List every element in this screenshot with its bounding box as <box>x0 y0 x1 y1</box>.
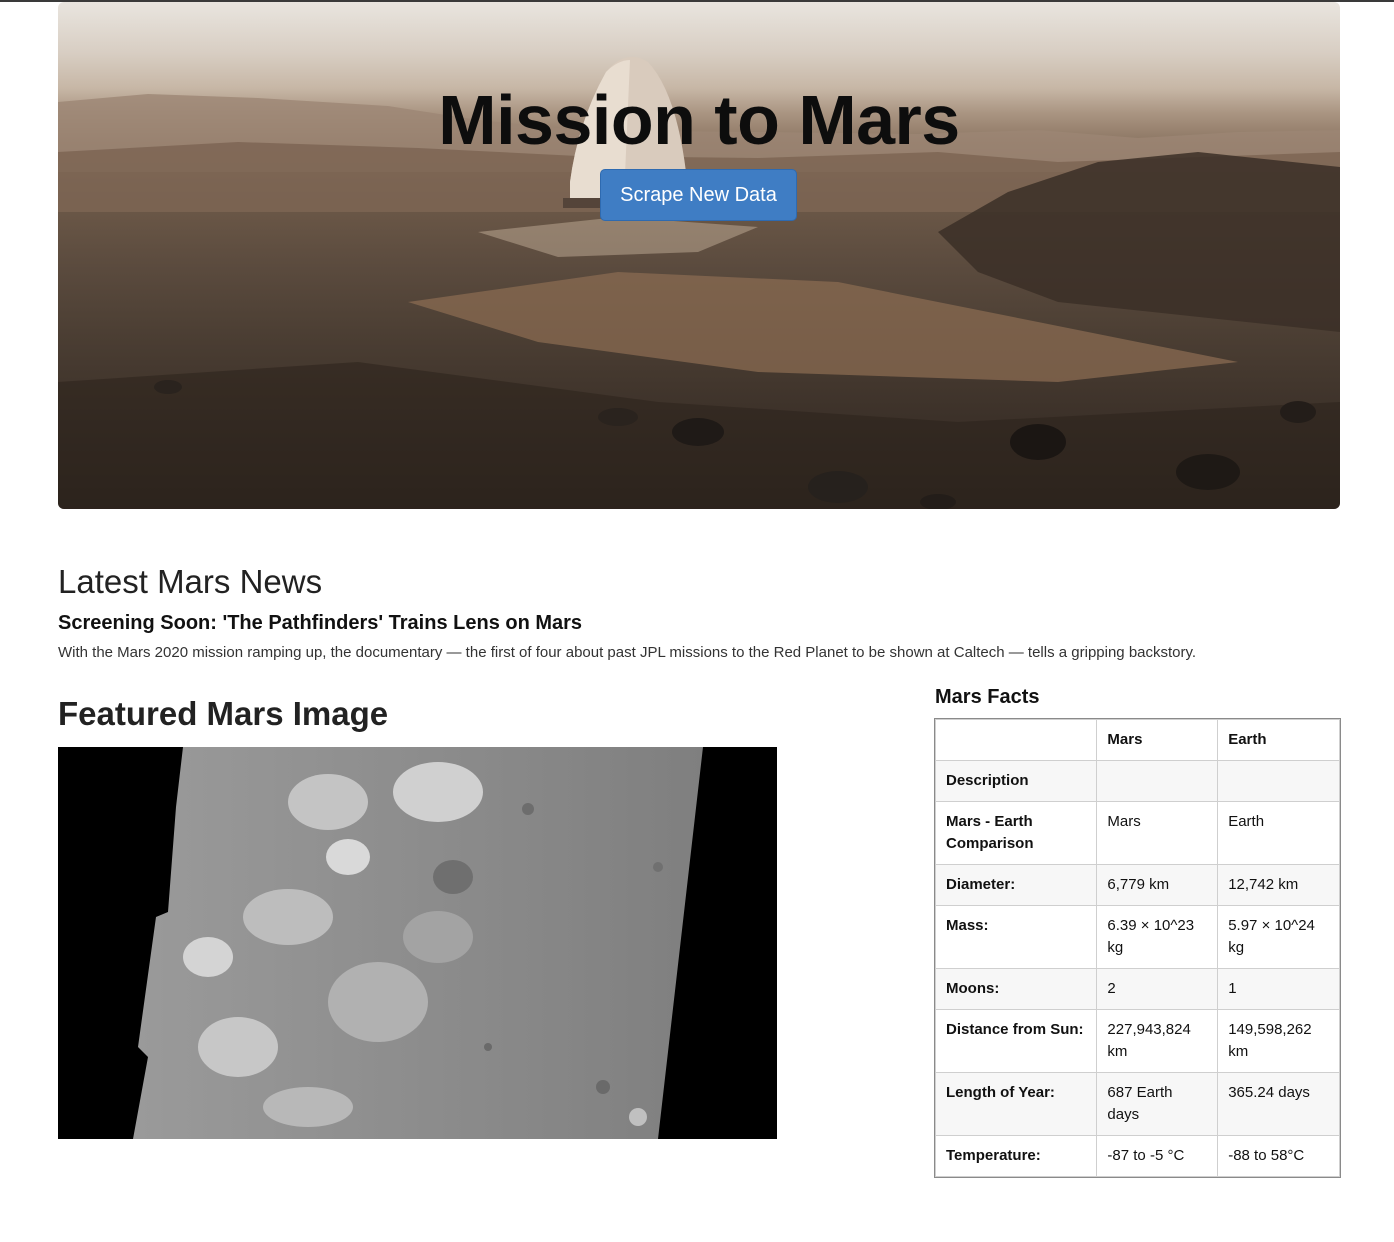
table-row-label: Temperature: <box>934 1135 1098 1177</box>
table-cell-mars: 6.39 × 10^23 kg <box>1096 905 1219 969</box>
table-cell-earth: 12,742 km <box>1217 864 1340 906</box>
table-cell-earth: Earth <box>1217 801 1340 865</box>
table-row-label: Diameter: <box>934 864 1098 906</box>
news-paragraph: With the Mars 2020 mission ramping up, t… <box>58 644 1197 661</box>
table-row: Moons: 2 1 <box>934 968 1340 1010</box>
table-cell-mars: 2 <box>1096 968 1219 1010</box>
hero-banner: Mission to Mars Scrape New Data <box>58 2 1340 509</box>
table-cell-earth: 365.24 days <box>1217 1072 1340 1136</box>
table-header-cell: Earth <box>1217 719 1340 761</box>
table-row: Length of Year: 687 Earth days 365.24 da… <box>934 1072 1340 1136</box>
featured-image-heading: Featured Mars Image <box>58 695 389 732</box>
scrape-new-data-button[interactable]: Scrape New Data <box>600 169 797 221</box>
latest-news-heading: Latest Mars News <box>58 563 323 600</box>
table-row-label: Mars - Earth Comparison <box>934 801 1098 865</box>
mars-facts-heading: Mars Facts <box>935 686 1040 708</box>
table-header-cell <box>934 719 1098 761</box>
table-cell-earth: 5.97 × 10^24 kg <box>1217 905 1340 969</box>
table-cell-mars: 227,943,824 km <box>1096 1009 1219 1073</box>
table-row-label: Length of Year: <box>934 1072 1098 1136</box>
news-title: Screening Soon: 'The Pathfinders' Trains… <box>58 612 583 634</box>
table-cell-mars: 687 Earth days <box>1096 1072 1219 1136</box>
table-row: Temperature: -87 to -5 °C -88 to 58°C <box>934 1135 1340 1177</box>
table-cell-earth: 149,598,262 km <box>1217 1009 1340 1073</box>
page-title: Mission to Mars <box>438 81 960 159</box>
table-header-row: Mars Earth <box>934 719 1340 761</box>
table-row: Description <box>934 760 1340 802</box>
table-row: Mars - Earth Comparison Mars Earth <box>934 801 1340 865</box>
table-header-cell: Mars <box>1096 719 1219 761</box>
table-row-label: Description <box>934 760 1098 802</box>
table-cell-earth: 1 <box>1217 968 1340 1010</box>
table-row-label: Moons: <box>934 968 1098 1010</box>
featured-mars-image <box>58 747 777 1139</box>
table-cell-mars: Mars <box>1096 801 1219 865</box>
table-row: Distance from Sun: 227,943,824 km 149,59… <box>934 1009 1340 1073</box>
table-row: Mass: 6.39 × 10^23 kg 5.97 × 10^24 kg <box>934 905 1340 969</box>
table-cell-mars: -87 to -5 °C <box>1096 1135 1219 1177</box>
table-row: Diameter: 6,779 km 12,742 km <box>934 864 1340 906</box>
table-cell-mars <box>1096 760 1219 802</box>
table-row-label: Mass: <box>934 905 1098 969</box>
table-cell-earth <box>1217 760 1340 802</box>
table-cell-mars: 6,779 km <box>1096 864 1219 906</box>
mars-facts-table: Mars Earth Description Mars - Earth Comp… <box>934 718 1341 1178</box>
table-cell-earth: -88 to 58°C <box>1217 1135 1340 1177</box>
table-row-label: Distance from Sun: <box>934 1009 1098 1073</box>
mars-landscape-background <box>58 56 1340 509</box>
